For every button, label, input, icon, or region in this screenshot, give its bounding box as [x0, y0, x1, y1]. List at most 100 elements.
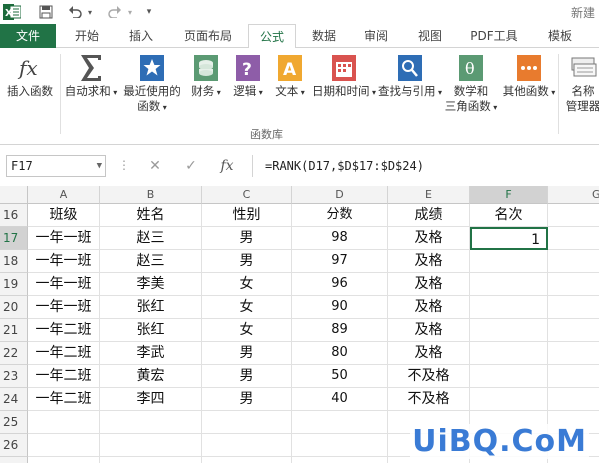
row-header[interactable]: 19 [0, 273, 28, 296]
table-cell[interactable] [292, 411, 388, 434]
table-cell[interactable]: 男 [202, 342, 292, 365]
financial-button[interactable]: 财务 ▾ [186, 54, 226, 100]
row-header[interactable]: 21 [0, 319, 28, 342]
table-cell[interactable]: 成绩 [388, 204, 470, 227]
tab-pdf-tools[interactable]: PDF工具 [462, 24, 526, 48]
table-cell[interactable] [548, 388, 599, 411]
tab-review[interactable]: 审阅 [352, 24, 400, 48]
table-cell[interactable]: 赵三 [100, 227, 202, 250]
table-cell[interactable] [470, 296, 548, 319]
column-header-b[interactable]: B [100, 186, 202, 204]
table-cell[interactable]: 一年一班 [28, 273, 100, 296]
table-cell[interactable]: 及格 [388, 342, 470, 365]
table-cell[interactable]: 97 [292, 250, 388, 273]
table-cell[interactable]: 一年二班 [28, 319, 100, 342]
logical-button[interactable]: ? 逻辑 ▾ [228, 54, 268, 100]
tab-insert[interactable]: 插入 [116, 24, 166, 48]
table-cell[interactable] [470, 250, 548, 273]
table-cell[interactable]: 89 [292, 319, 388, 342]
table-cell[interactable]: 及格 [388, 250, 470, 273]
table-cell[interactable] [548, 250, 599, 273]
table-cell[interactable]: 50 [292, 365, 388, 388]
row-header[interactable]: 17 [0, 227, 28, 250]
math-trig-button[interactable]: θ 数学和 三角函数 ▾ [442, 54, 500, 115]
cancel-icon[interactable]: ✕ [140, 155, 170, 177]
table-cell[interactable]: 及格 [388, 227, 470, 250]
row-header[interactable]: 27 [0, 457, 28, 463]
column-header-f[interactable]: F [470, 186, 548, 204]
more-functions-button[interactable]: 其他函数 ▾ [502, 54, 556, 100]
insert-function-button[interactable]: fx 插入函数 [2, 54, 58, 99]
column-header-d[interactable]: D [292, 186, 388, 204]
table-cell[interactable]: 李美 [100, 273, 202, 296]
row-header[interactable]: 25 [0, 411, 28, 434]
lookup-reference-button[interactable]: 查找与引用 ▾ [378, 54, 442, 100]
table-cell[interactable] [292, 457, 388, 463]
tab-templates[interactable]: 模板 [536, 24, 584, 48]
recently-used-button[interactable]: 最近使用的 函数 ▾ [120, 54, 184, 115]
tab-formulas[interactable]: 公式 [248, 24, 296, 49]
tab-home[interactable]: 开始 [62, 24, 112, 48]
table-cell[interactable] [28, 457, 100, 463]
table-cell[interactable]: 80 [292, 342, 388, 365]
table-cell[interactable]: 一年一班 [28, 250, 100, 273]
table-cell[interactable]: 李武 [100, 342, 202, 365]
row-header[interactable]: 20 [0, 296, 28, 319]
column-header-a[interactable]: A [28, 186, 100, 204]
table-cell[interactable] [470, 319, 548, 342]
tab-view[interactable]: 视图 [406, 24, 454, 48]
table-cell[interactable] [202, 411, 292, 434]
table-cell[interactable] [292, 434, 388, 457]
table-cell[interactable] [28, 434, 100, 457]
table-cell[interactable]: 98 [292, 227, 388, 250]
table-cell[interactable] [100, 411, 202, 434]
name-box-dropdown-icon[interactable]: ▼ [97, 156, 102, 176]
table-cell[interactable]: 96 [292, 273, 388, 296]
spreadsheet-grid[interactable]: A B C D E F G 16 班级 姓名 性别 分数 成绩 名次 17 一年一班 赵三男 98 及… [0, 186, 599, 463]
enter-icon[interactable]: ✓ [176, 155, 206, 177]
customize-toolbar-icon[interactable]: ▾ [143, 3, 155, 21]
table-cell[interactable] [548, 342, 599, 365]
table-cell[interactable] [100, 457, 202, 463]
table-cell[interactable]: 一年一班 [28, 296, 100, 319]
table-cell[interactable]: 姓名 [100, 204, 202, 227]
formula-input[interactable]: =RANK(D17,$D$17:$D$24) [252, 155, 599, 177]
table-cell[interactable] [548, 227, 599, 250]
table-cell[interactable]: 90 [292, 296, 388, 319]
column-header-g[interactable]: G [548, 186, 599, 204]
redo-icon[interactable] [106, 3, 124, 21]
date-time-button[interactable]: 日期和时间 ▾ [312, 54, 376, 100]
undo-dropdown-icon[interactable]: ▾ [85, 3, 95, 21]
formula-bar-grip-icon[interactable]: ⋮ [118, 158, 130, 172]
table-cell[interactable] [470, 388, 548, 411]
table-cell[interactable]: 女 [202, 296, 292, 319]
name-box[interactable]: F17 ▼ [6, 155, 106, 177]
table-cell[interactable]: 一年二班 [28, 388, 100, 411]
table-cell[interactable] [548, 296, 599, 319]
table-cell[interactable] [470, 273, 548, 296]
row-header[interactable]: 26 [0, 434, 28, 457]
table-cell[interactable]: 男 [202, 250, 292, 273]
row-header[interactable]: 24 [0, 388, 28, 411]
table-cell[interactable]: 男 [202, 227, 292, 250]
table-cell[interactable] [100, 434, 202, 457]
table-cell[interactable] [548, 365, 599, 388]
column-header-e[interactable]: E [388, 186, 470, 204]
table-cell[interactable]: 及格 [388, 296, 470, 319]
text-button[interactable]: A 文本 ▾ [270, 54, 310, 100]
table-cell[interactable]: 一年一班 [28, 227, 100, 250]
table-cell[interactable]: 及格 [388, 273, 470, 296]
table-cell[interactable] [548, 319, 599, 342]
table-cell[interactable] [470, 342, 548, 365]
table-cell[interactable]: 分数 [292, 204, 388, 227]
table-cell[interactable]: 40 [292, 388, 388, 411]
table-cell[interactable]: 张红 [100, 296, 202, 319]
row-header[interactable]: 16 [0, 204, 28, 227]
insert-function-fx-icon[interactable]: fx [212, 155, 242, 177]
table-cell[interactable]: 名次 [470, 204, 548, 227]
table-cell[interactable]: 李四 [100, 388, 202, 411]
column-header-c[interactable]: C [202, 186, 292, 204]
table-cell[interactable] [202, 434, 292, 457]
tab-page-layout[interactable]: 页面布局 [170, 24, 246, 48]
tab-file[interactable]: 文件 [0, 24, 56, 48]
